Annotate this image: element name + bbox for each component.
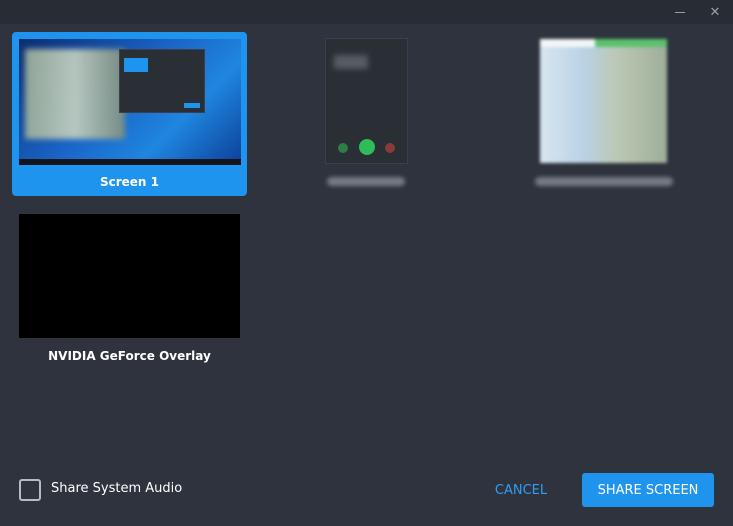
close-icon[interactable]: ✕: [703, 0, 727, 24]
share-audio-checkbox[interactable]: [19, 479, 41, 501]
window-thumbnail: [325, 38, 408, 164]
title-bar: ✕: [0, 0, 733, 24]
share-audio-label: Share System Audio: [51, 481, 183, 496]
screen-thumbnail: [19, 39, 241, 165]
source-label-obscured: [327, 177, 405, 186]
minimize-icon[interactable]: [668, 0, 692, 24]
share-screen-button[interactable]: SHARE SCREEN: [582, 473, 714, 507]
source-tile-screen-1[interactable]: Screen 1: [12, 32, 247, 196]
window-thumbnail: [540, 39, 667, 163]
source-label-obscured: [535, 177, 673, 186]
source-label: Screen 1: [99, 175, 160, 189]
source-label: NVIDIA GeForce Overlay: [48, 349, 211, 363]
cancel-button[interactable]: CANCEL: [484, 473, 558, 507]
window-thumbnail: [19, 214, 240, 338]
